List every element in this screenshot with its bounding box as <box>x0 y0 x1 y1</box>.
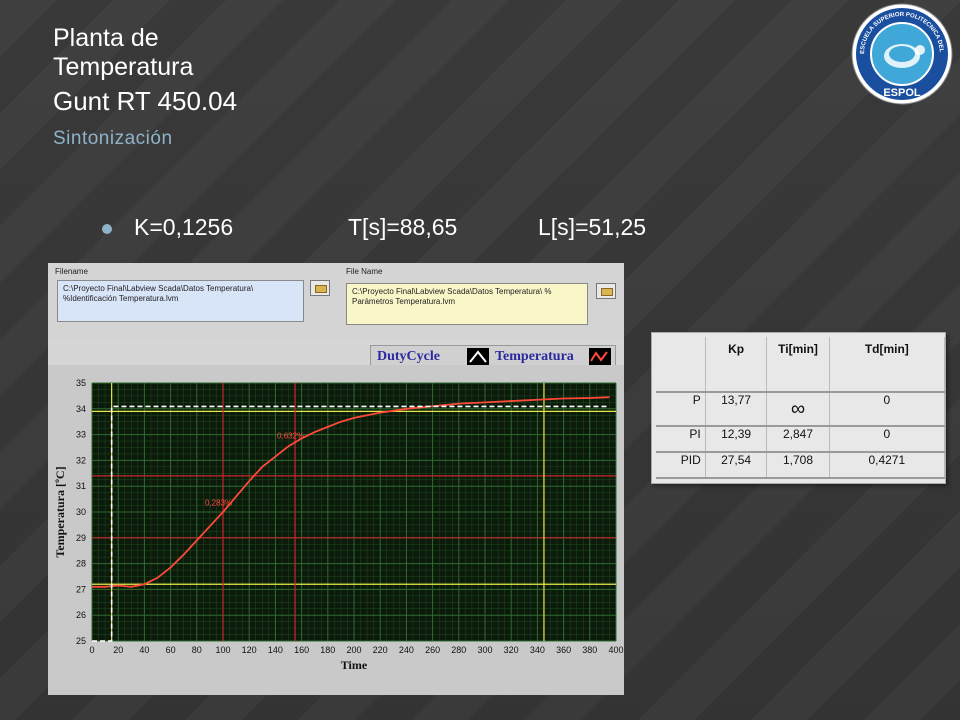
legend-dutycycle: DutyCycle <box>377 349 440 364</box>
file2-path-field[interactable]: C:\Proyecto Final\Labview Scada\Datos Te… <box>346 283 588 325</box>
y-tick-label: 25 <box>76 636 86 646</box>
x-axis-label: Time <box>341 658 368 672</box>
espol-logo: ESCUELA SUPERIOR POLITECNICA DEL LITORAL… <box>848 2 953 105</box>
pid-row-pi-ti: 2,847 <box>766 426 830 453</box>
legend-temperatura: Temperatura <box>495 349 574 364</box>
x-tick-label: 300 <box>477 645 492 655</box>
x-tick-label: 20 <box>113 645 123 655</box>
file1-path-field[interactable]: C:\Proyecto Final\Labview Scada\Datos Te… <box>57 280 304 322</box>
pid-header-kp: Kp <box>705 337 768 393</box>
pid-row-pid-label: PID <box>656 452 706 479</box>
slide-title-model: Gunt RT 450.04 <box>53 86 238 116</box>
x-tick-label: 240 <box>399 645 414 655</box>
x-tick-label: 180 <box>320 645 335 655</box>
y-tick-label: 32 <box>76 455 86 465</box>
param-t: T[s]=88,65 <box>348 214 458 240</box>
y-tick-label: 33 <box>76 430 86 440</box>
x-tick-label: 140 <box>268 645 283 655</box>
y-tick-label: 35 <box>76 378 86 388</box>
y-tick-label: 26 <box>76 610 86 620</box>
pid-row-pi-label: PI <box>656 426 706 453</box>
x-tick-label: 320 <box>504 645 519 655</box>
x-tick-label: 380 <box>582 645 597 655</box>
x-tick-label: 0 <box>89 645 94 655</box>
slide-subtitle: Sintonización <box>53 128 173 149</box>
pid-header-ti: Ti[min] <box>766 337 830 393</box>
x-tick-label: 360 <box>556 645 571 655</box>
pid-row-p-label: P <box>656 392 706 427</box>
pid-row-pi-kp: 12,39 <box>705 426 768 453</box>
x-tick-label: 260 <box>425 645 440 655</box>
y-tick-label: 34 <box>76 404 86 414</box>
pid-row-p-kp: 13,77 <box>705 392 768 427</box>
file-section: Filename C:\Proyecto Final\Labview Scada… <box>48 263 624 338</box>
x-tick-label: 400 <box>608 645 623 655</box>
y-tick-label: 27 <box>76 584 86 594</box>
file1-label: Filename <box>55 267 88 276</box>
pid-row-p-td: 0 <box>829 392 946 427</box>
pid-row-pid-td: 0,4271 <box>829 452 946 479</box>
x-tick-label: 160 <box>294 645 309 655</box>
x-tick-label: 200 <box>346 645 361 655</box>
curve-annotation: 0,283% <box>205 498 232 507</box>
pid-table: Kp Ti[min] Td[min] P 13,77 ∞ 0 PI 12,39 … <box>651 332 946 484</box>
logo-text: ESPOL <box>883 87 921 99</box>
title-line-2: Temperatura <box>53 53 194 81</box>
labview-panel: Filename C:\Proyecto Final\Labview Scada… <box>48 263 624 695</box>
y-tick-label: 31 <box>76 481 86 491</box>
y-tick-label: 30 <box>76 507 86 517</box>
x-tick-label: 120 <box>242 645 257 655</box>
y-axis-label: Temperatura [ºC] <box>53 466 67 557</box>
pid-row-pi-td: 0 <box>829 426 946 453</box>
x-tick-label: 220 <box>373 645 388 655</box>
pid-row-pid-kp: 27,54 <box>705 452 768 479</box>
x-tick-label: 80 <box>192 645 202 655</box>
curve-annotation: 0,632% <box>277 431 304 440</box>
y-tick-label: 28 <box>76 559 86 569</box>
pid-row-pid-ti: 1,708 <box>766 452 830 479</box>
bullet-icon <box>102 224 112 234</box>
x-tick-label: 40 <box>139 645 149 655</box>
x-tick-label: 60 <box>166 645 176 655</box>
x-tick-label: 100 <box>215 645 230 655</box>
file2-label: File Name <box>346 267 383 276</box>
pid-row-p-ti: ∞ <box>766 392 830 427</box>
x-tick-label: 280 <box>451 645 466 655</box>
browse-folder-icon-2[interactable] <box>596 283 616 299</box>
temperature-chart: 0 20 40 60 80 100 120 140 160 180 200 220 240 260 280 3… <box>48 365 624 695</box>
param-k: K=0,1256 <box>134 214 234 240</box>
title-line-1: Planta de <box>53 24 159 52</box>
legend-temperatura-swatch[interactable] <box>589 348 611 366</box>
slide-title: Planta de Temperatura <box>53 24 193 82</box>
legend-dutycycle-swatch[interactable] <box>467 348 489 366</box>
x-tick-label: 340 <box>530 645 545 655</box>
pid-header-blank <box>656 337 706 393</box>
y-tick-label: 29 <box>76 533 86 543</box>
pid-header-td: Td[min] <box>829 337 946 393</box>
browse-folder-icon[interactable] <box>310 280 330 296</box>
param-l: L[s]=51,25 <box>538 214 647 240</box>
